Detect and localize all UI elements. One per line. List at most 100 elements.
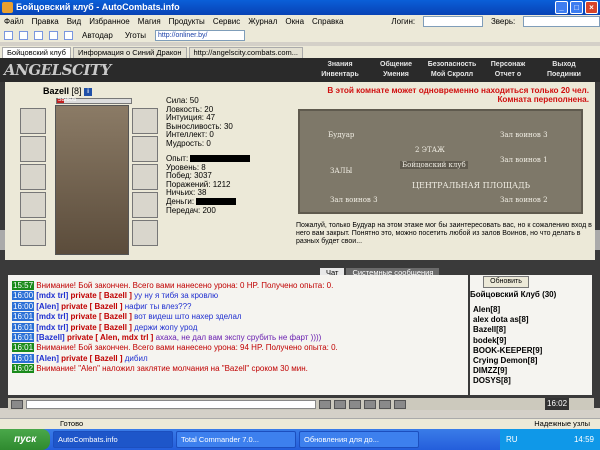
menu-file[interactable]: Файл [4, 17, 24, 26]
belt-slot[interactable] [20, 220, 46, 246]
beast-label: Зверь: [490, 17, 516, 26]
amulet-slot[interactable] [20, 136, 46, 162]
roster-item[interactable]: DIMZZ[9] [473, 366, 589, 376]
clear-icon[interactable] [334, 399, 346, 409]
nav-communication[interactable]: Общение [368, 60, 424, 70]
tab-fight-club[interactable]: Бойцовский клуб [2, 47, 71, 58]
status-text: Готово [60, 419, 84, 428]
hp-text: 58/605 [58, 97, 77, 103]
system-tray: RU 14:59 [500, 429, 600, 450]
location-map: Будуар Зал воинов 3 Зал воинов 1 ЗАЛЫ 2 … [298, 109, 583, 214]
record-block: Опыт: Уровень: 8 Побед: 3037 Поражений: … [166, 154, 286, 215]
minimize-button[interactable]: _ [555, 1, 568, 14]
nav-security[interactable]: Безопасность [424, 60, 480, 70]
forward-icon[interactable] [19, 30, 28, 40]
login-input[interactable] [423, 16, 483, 27]
menu-help[interactable]: Справка [312, 17, 343, 26]
status-bar: Готово Надежные узлы [0, 418, 600, 429]
stat-money: Деньги: [166, 196, 195, 206]
game-logo: ANGELSCITY [4, 61, 111, 79]
location-description: Пожалуй, только Будуар на этом этаже мог… [296, 222, 592, 245]
menu-service[interactable]: Сервис [213, 17, 240, 26]
settings-icon[interactable] [394, 399, 406, 409]
roster-item[interactable]: alex dota as[8] [473, 315, 589, 325]
start-button[interactable]: пуск [0, 429, 50, 450]
armor-slot[interactable] [20, 192, 46, 218]
room-title: Бойцовский Клуб (30) [470, 290, 557, 299]
security-zone: Надежные узлы [534, 419, 590, 428]
map-zal3[interactable]: Зал воинов 3 [500, 131, 548, 139]
info-icon[interactable]: i [84, 87, 93, 96]
earrings-slot[interactable] [132, 108, 158, 134]
roster-item[interactable]: BOOK-KEEPER[9] [473, 346, 589, 356]
redacted-value [190, 155, 251, 163]
translit-icon[interactable] [364, 399, 376, 409]
roster-item[interactable]: DOSYS[8] [473, 376, 589, 386]
smile-icon[interactable] [11, 399, 23, 409]
beast-input[interactable] [523, 16, 600, 27]
stats-block: Сила: 50 Ловкость: 20 Интуиция: 47 Вынос… [166, 96, 286, 149]
map-square[interactable]: ЦЕНТРАЛЬНАЯ ПЛОЩАДЬ [412, 181, 530, 190]
task-total-commander[interactable]: Total Commander 7.0... [176, 431, 296, 448]
refresh-icon[interactable] [49, 30, 58, 40]
chat-input[interactable] [26, 399, 316, 409]
map-zal1[interactable]: Зал воинов 1 [500, 156, 548, 164]
send-icon[interactable] [319, 399, 331, 409]
close-button[interactable]: × [585, 1, 598, 14]
chat-line: 16:00 [Alen] private [ Bazell ] нафиг ты… [12, 301, 192, 311]
back-icon[interactable] [4, 30, 13, 40]
login-label: Логин: [391, 17, 416, 26]
language-indicator[interactable]: RU [506, 435, 518, 444]
window-title-bar: Бойцовский клуб - AutoCombats.info _ □ × [0, 0, 600, 15]
refresh-button[interactable]: Обновить [483, 276, 529, 288]
roster-item[interactable]: Bazell[8] [473, 325, 589, 335]
menu-products[interactable]: Продукты [169, 17, 205, 26]
roster-item[interactable]: Crying Demon[8] [473, 356, 589, 366]
menu-edit[interactable]: Правка [32, 17, 59, 26]
uvoty-button[interactable]: Уготы [122, 30, 149, 41]
menu-favorites[interactable]: Избранное [89, 17, 130, 26]
menu-windows[interactable]: Окна [285, 17, 304, 26]
menu-view[interactable]: Вид [67, 17, 81, 26]
stop-icon[interactable] [34, 30, 43, 40]
maximize-button[interactable]: □ [570, 1, 583, 14]
leggings-slot[interactable] [132, 192, 158, 218]
left-scroll-handle[interactable] [0, 230, 5, 250]
redacted-value [196, 198, 237, 206]
tab-dragon-info[interactable]: Информация о Синий Дракон [72, 47, 187, 58]
chat-line: 15:57 Bнимание! Бой закончен. Всего вами… [12, 281, 334, 290]
menu-bar: Файл Правка Вид Избранное Магия Продукты… [0, 15, 600, 28]
menu-journal[interactable]: Журнал [248, 17, 277, 26]
menu-magic[interactable]: Магия [138, 17, 161, 26]
address-bar[interactable]: http://onliner.by/ [154, 29, 245, 41]
weapon-slot[interactable] [20, 164, 46, 190]
task-autocombats[interactable]: AutoCombats.info [53, 431, 173, 448]
scroll-icon[interactable] [379, 399, 391, 409]
character-name: Bazell [8] i [43, 86, 93, 96]
roster-item[interactable]: Alen[8] [473, 305, 589, 315]
chat-line: 16:02 Bнимание! "Alen" наложил заклятие … [12, 364, 308, 374]
autodar-button[interactable]: Автодар [79, 30, 116, 41]
map-club[interactable]: Бойцовский клуб [400, 161, 468, 169]
tray-clock: 14:59 [573, 435, 594, 444]
boots-slot[interactable] [132, 220, 158, 246]
filter-icon[interactable] [349, 399, 361, 409]
map-budar[interactable]: Будуар [328, 131, 354, 139]
right-scroll-handle[interactable] [595, 230, 600, 250]
nav-character[interactable]: Персонаж [480, 60, 536, 70]
task-updates[interactable]: Обновления для до... [299, 431, 419, 448]
tab-angelscity[interactable]: http://angelscity.combats.com... [188, 47, 304, 58]
home-icon[interactable] [64, 30, 73, 40]
nav-knowledge[interactable]: Знания [312, 60, 368, 70]
gloves-slot[interactable] [132, 136, 158, 162]
nav-exit[interactable]: Выход [536, 60, 592, 70]
browser-tabs: Бойцовский клуб Информация о Синий Драко… [0, 46, 600, 58]
roster-item[interactable]: bodek[9] [473, 336, 589, 346]
character-figure [55, 105, 129, 255]
map-zal-left[interactable]: Зал воинов 3 [330, 196, 378, 204]
map-zal2[interactable]: Зал воинов 2 [500, 196, 548, 204]
helmet-slot[interactable] [20, 108, 46, 134]
map-floor: 2 ЭТАЖ [415, 146, 445, 154]
shield-slot[interactable] [132, 164, 158, 190]
toolbar: Автодар Уготы http://onliner.by/ [0, 28, 600, 42]
